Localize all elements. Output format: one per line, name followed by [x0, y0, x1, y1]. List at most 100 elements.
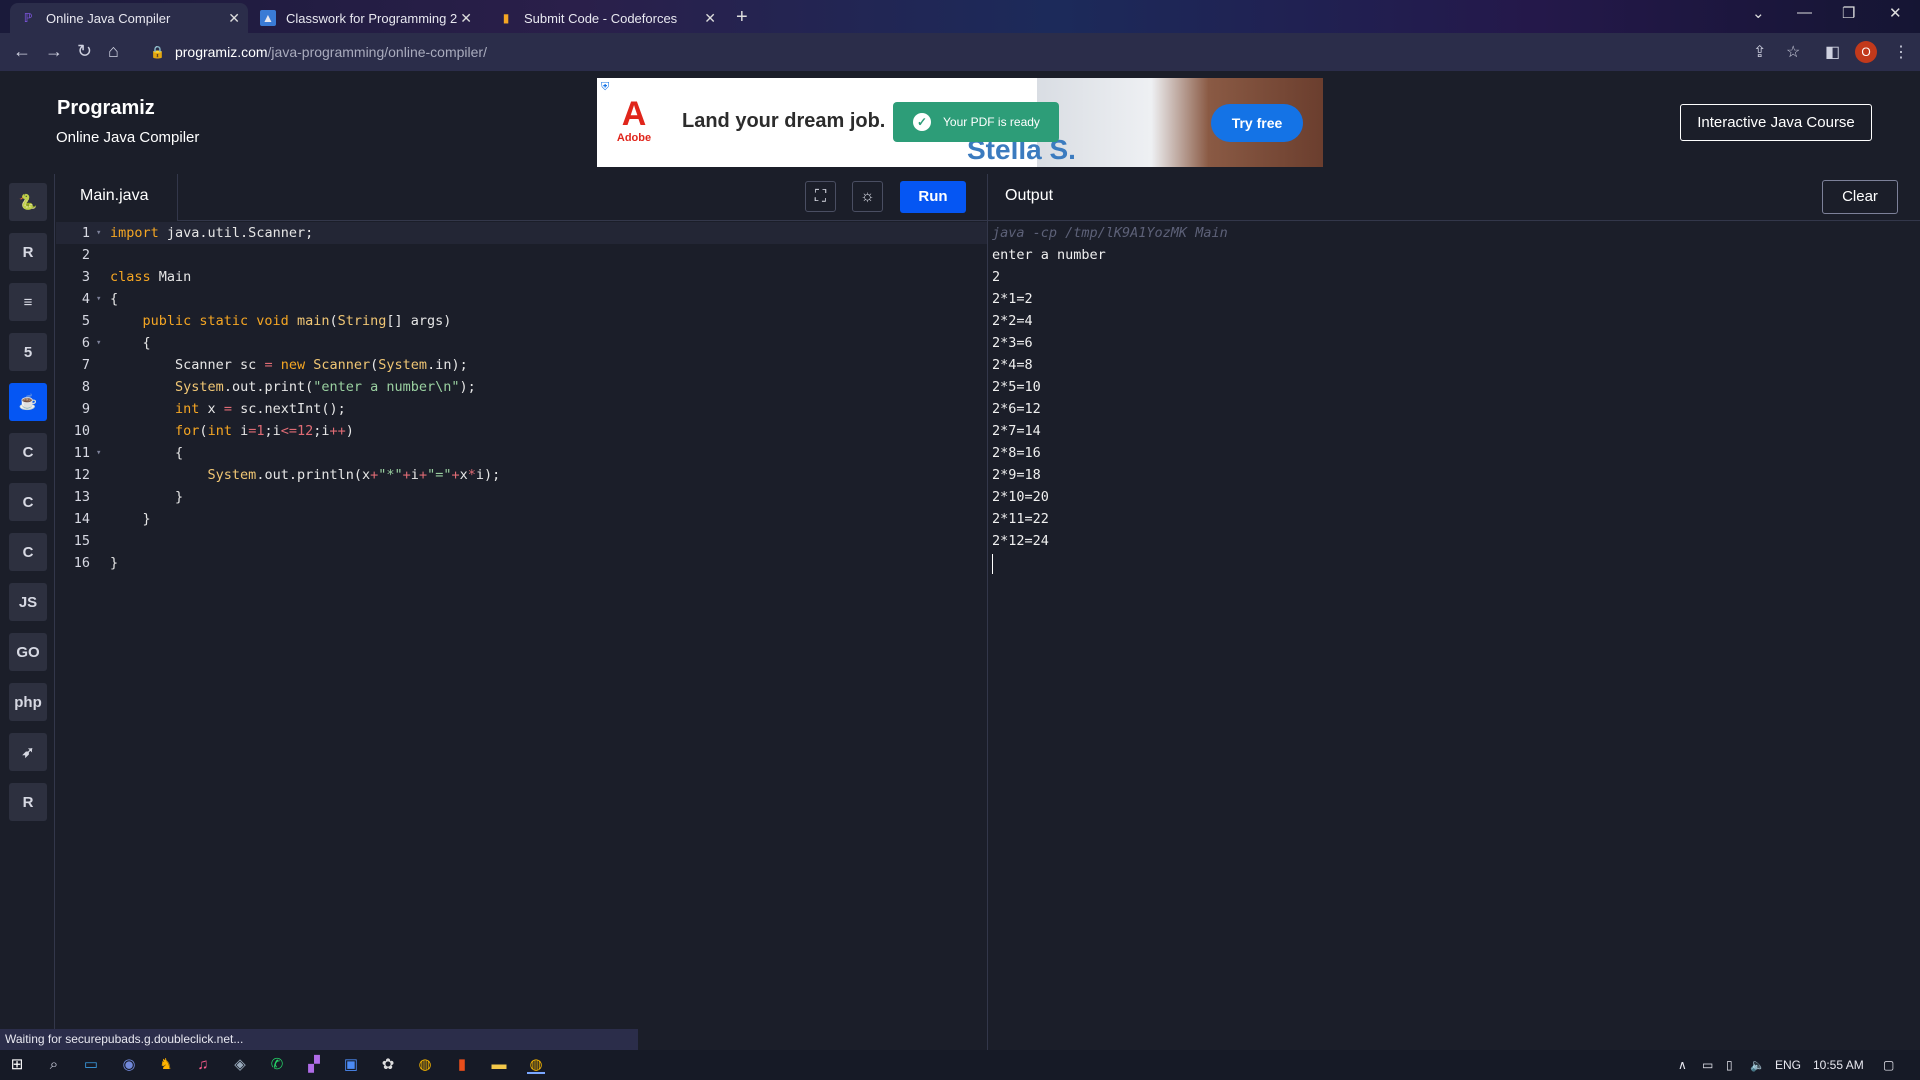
line-number: 3 [81, 269, 90, 285]
menu-kebab-icon[interactable]: ⋮ [1893, 42, 1909, 62]
output-line: 2*3=6 [992, 335, 1033, 351]
language-c-button[interactable]: C [9, 433, 47, 471]
restore-icon[interactable]: ❐ [1842, 4, 1855, 22]
code-line[interactable]: 4 ▾{ [56, 288, 987, 310]
clear-button[interactable]: Clear [1822, 180, 1898, 214]
itunes-icon[interactable]: ♫ [194, 1056, 212, 1074]
language-indicator[interactable]: ENG [1775, 1058, 1801, 1072]
editor-app-icon[interactable]: ▞ [305, 1056, 323, 1074]
file-tab-main-java[interactable]: Main.java [56, 174, 178, 221]
output-console[interactable]: java -cp /tmp/lK9A1YozMK Main enter a nu… [992, 222, 1228, 574]
tab-search-icon[interactable]: ⌄ [1752, 4, 1765, 22]
code-area[interactable]: 1 ▾ import java.util.Scanner; 2 3 class Main 4… [56, 222, 987, 574]
forward-icon[interactable]: → [45, 41, 63, 62]
chrome-active-icon[interactable]: ◍ [527, 1056, 545, 1074]
steam-icon[interactable]: ◈ [231, 1056, 249, 1074]
home-icon[interactable]: ⌂ [108, 41, 119, 62]
profile-avatar[interactable]: O [1855, 41, 1877, 63]
code-line[interactable]: 8 System.out.print("enter a number\n"); [56, 376, 987, 398]
code-line[interactable]: 10 for(int i=1;i<=12;i++) [56, 420, 987, 442]
theme-toggle-icon[interactable]: ☼ [852, 181, 883, 212]
search-icon[interactable]: ⌕ [45, 1056, 63, 1074]
app-icon[interactable]: ♞ [157, 1056, 175, 1074]
r-icon: R [22, 243, 34, 261]
back-icon[interactable]: ← [13, 41, 31, 62]
reload-icon[interactable]: ↻ [77, 41, 92, 62]
side-panel-icon[interactable]: ◧ [1825, 42, 1840, 62]
code-text: { [110, 291, 119, 307]
new-tab-icon[interactable]: + [736, 6, 748, 29]
language-rust-button[interactable]: R [9, 783, 47, 821]
code-line[interactable]: 13 } [56, 486, 987, 508]
file-explorer-icon[interactable]: ▬ [490, 1056, 508, 1074]
fold-arrow-icon[interactable]: ▾ [96, 294, 110, 304]
language-r-button[interactable]: R [9, 233, 47, 271]
language-swift-button[interactable]: ➶ [9, 733, 47, 771]
photos-icon[interactable]: ▣ [342, 1056, 360, 1074]
code-line[interactable]: 14 } [56, 508, 987, 530]
language-sql-button[interactable]: ≡ [9, 283, 47, 321]
code-line[interactable]: 9 int x = sc.nextInt(); [56, 398, 987, 420]
site-header: Programiz Online Java Compiler ⛨ ▷✕ AAdo… [0, 71, 1920, 174]
ad-try-free-button[interactable]: Try free [1211, 104, 1303, 142]
language-html-button[interactable]: 5 [9, 333, 47, 371]
tab-title: Online Java Compiler [46, 10, 171, 26]
discord-icon[interactable]: ◉ [120, 1056, 138, 1074]
code-line[interactable]: 6 ▾ { [56, 332, 987, 354]
battery-icon[interactable]: ▯ [1726, 1058, 1733, 1072]
network-icon[interactable]: ▭ [1702, 1058, 1713, 1072]
url-input[interactable]: 🔒 programiz.com/java-programming/online-… [138, 38, 1778, 66]
fold-arrow-icon[interactable]: ▾ [96, 338, 110, 348]
code-line[interactable]: 5 public static void main(String[] args) [56, 310, 987, 332]
language-javascript-button[interactable]: JS [9, 583, 47, 621]
run-button[interactable]: Run [900, 181, 966, 213]
code-line[interactable]: 1 ▾ import java.util.Scanner; [56, 222, 987, 244]
code-line[interactable]: 12 System.out.println(x+"*"+i+"="+x*i); [56, 464, 987, 486]
language-python-button[interactable]: 🐍 [9, 183, 47, 221]
programiz-logo[interactable]: Programiz [57, 97, 155, 120]
code-line[interactable]: 11 ▾ { [56, 442, 987, 464]
language-csharp-button[interactable]: C [9, 533, 47, 571]
interactive-course-button[interactable]: Interactive Java Course [1680, 104, 1872, 141]
tab-online-java-compiler[interactable]: ℙ Online Java Compiler ✕ [10, 3, 248, 33]
code-line[interactable]: 7 Scanner sc = new Scanner(System.in); [56, 354, 987, 376]
fullscreen-icon[interactable]: ⛶ [805, 181, 836, 212]
chrome-icon[interactable]: ◍ [416, 1056, 434, 1074]
media-icon[interactable]: ✿ [379, 1056, 397, 1074]
task-view-icon[interactable]: ▭ [82, 1056, 100, 1074]
volume-icon[interactable]: 🔈 [1750, 1058, 1765, 1072]
language-php-button[interactable]: php [9, 683, 47, 721]
tab-classwork[interactable]: ▲ Classwork for Programming 2 ✕ [250, 3, 480, 33]
close-tab-icon[interactable]: ✕ [460, 10, 472, 27]
close-tab-icon[interactable]: ✕ [228, 10, 240, 27]
minimize-icon[interactable]: — [1797, 4, 1812, 21]
fold-arrow-icon[interactable]: ▾ [96, 228, 110, 238]
ad-banner[interactable]: ⛨ ▷✕ AAdobe Land your dream job. Stella … [597, 78, 1323, 167]
clock[interactable]: 10:55 AM [1813, 1058, 1864, 1072]
language-cpp-button[interactable]: C [9, 483, 47, 521]
share-icon[interactable]: ⇪ [1753, 42, 1766, 62]
code-line[interactable]: 16} [56, 552, 987, 574]
ad-choices-icon[interactable]: ⛨ [601, 81, 609, 94]
whatsapp-icon[interactable]: ✆ [268, 1056, 286, 1074]
classroom-icon: ▲ [260, 10, 276, 26]
fold-arrow-icon[interactable]: ▾ [96, 448, 110, 458]
browser-tabstrip: ℙ Online Java Compiler ✕ ▲ Classwork for… [0, 0, 1920, 33]
line-number: 16 [73, 555, 90, 571]
tab-codeforces[interactable]: ▮ Submit Code - Codeforces ✕ [488, 3, 724, 33]
code-line[interactable]: 15 [56, 530, 987, 552]
code-line[interactable]: 2 [56, 244, 987, 266]
close-window-icon[interactable]: ✕ [1889, 4, 1902, 22]
line-number: 2 [81, 247, 90, 263]
lock-icon[interactable]: 🔒 [150, 45, 165, 59]
code-line[interactable]: 3 class Main [56, 266, 987, 288]
input-caret[interactable] [992, 554, 993, 574]
show-hidden-icons-icon[interactable]: ∧ [1678, 1058, 1687, 1072]
language-go-button[interactable]: GO [9, 633, 47, 671]
bookmark-star-icon[interactable]: ☆ [1786, 42, 1800, 62]
notifications-icon[interactable]: ▢ [1883, 1058, 1894, 1072]
windows-start-icon[interactable]: ⊞ [8, 1056, 26, 1074]
office-icon[interactable]: ▮ [453, 1056, 471, 1074]
close-tab-icon[interactable]: ✕ [704, 10, 716, 27]
language-java-button[interactable]: ☕ [9, 383, 47, 421]
